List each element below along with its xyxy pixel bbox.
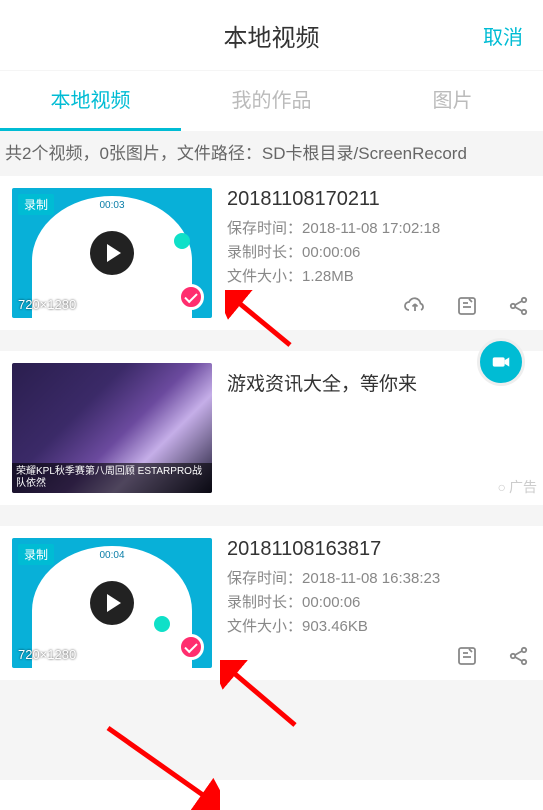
tab-local-video[interactable]: 本地视频 bbox=[0, 71, 181, 131]
annotation-arrow-icon bbox=[220, 660, 300, 730]
header: 本地视频 取消 bbox=[0, 0, 543, 70]
ad-caption: 荣耀KPL秋季赛第八周回顾 ESTARPRO战队依然 bbox=[12, 463, 212, 493]
record-badge: 录制 bbox=[18, 194, 54, 215]
edit-icon[interactable] bbox=[455, 644, 479, 668]
thumb-duration: 00:04 bbox=[99, 550, 124, 561]
annotation-arrow-icon bbox=[225, 290, 295, 350]
rec-dot-icon bbox=[154, 616, 170, 632]
resolution-label: 720×1280 bbox=[18, 297, 76, 312]
save-time: 保存时间：2018-11-08 16:38:23 bbox=[227, 567, 531, 588]
tab-images[interactable]: 图片 bbox=[362, 71, 543, 131]
save-time: 保存时间：2018-11-08 17:02:18 bbox=[227, 217, 531, 238]
file-size: 文件大小：903.46KB bbox=[227, 615, 531, 636]
annotation-arrow-icon bbox=[100, 720, 220, 810]
video-thumbnail[interactable]: 录制 00:04 720×1280 bbox=[12, 538, 212, 668]
file-size: 文件大小：1.28MB bbox=[227, 265, 531, 286]
video-title: 20181108163817 bbox=[227, 538, 531, 561]
play-icon[interactable] bbox=[90, 231, 134, 275]
tabs: 本地视频 我的作品 图片 bbox=[0, 71, 543, 131]
ad-thumbnail[interactable]: 荣耀KPL秋季赛第八周回顾 ESTARPRO战队依然 bbox=[12, 363, 212, 493]
video-item[interactable]: 录制 00:04 720×1280 20181108163817 保存时间：20… bbox=[0, 526, 543, 680]
play-icon[interactable] bbox=[90, 581, 134, 625]
tab-my-works[interactable]: 我的作品 bbox=[181, 71, 362, 131]
video-title: 20181108170211 bbox=[227, 188, 531, 211]
cancel-button[interactable]: 取消 bbox=[483, 21, 523, 50]
thumb-duration: 00:03 bbox=[99, 200, 124, 211]
duration: 录制时长：00:00:06 bbox=[227, 591, 531, 612]
status-bar: 共2个视频，0张图片，文件路径：SD卡根目录/ScreenRecord bbox=[0, 131, 543, 176]
rec-dot-icon bbox=[174, 233, 190, 249]
check-icon bbox=[178, 284, 204, 310]
camera-icon bbox=[490, 351, 512, 373]
page-title: 本地视频 bbox=[224, 18, 320, 53]
edit-icon[interactable] bbox=[455, 294, 479, 318]
bottom-bar bbox=[0, 780, 543, 810]
resolution-label: 720×1280 bbox=[18, 647, 76, 662]
ad-label: ○广告 bbox=[498, 477, 537, 497]
share-icon[interactable] bbox=[507, 644, 531, 668]
ad-item[interactable]: 荣耀KPL秋季赛第八周回顾 ESTARPRO战队依然 游戏资讯大全，等你来 ○广… bbox=[0, 351, 543, 505]
record-fab[interactable] bbox=[477, 338, 525, 386]
video-thumbnail[interactable]: 录制 00:03 720×1280 bbox=[12, 188, 212, 318]
check-icon bbox=[178, 634, 204, 660]
share-icon[interactable] bbox=[507, 294, 531, 318]
video-info: 20181108163817 保存时间：2018-11-08 16:38:23 … bbox=[227, 538, 531, 668]
ad-title: 游戏资讯大全，等你来 bbox=[227, 369, 417, 396]
duration: 录制时长：00:00:06 bbox=[227, 241, 531, 262]
record-badge: 录制 bbox=[18, 544, 54, 565]
cloud-upload-icon[interactable] bbox=[403, 294, 427, 318]
